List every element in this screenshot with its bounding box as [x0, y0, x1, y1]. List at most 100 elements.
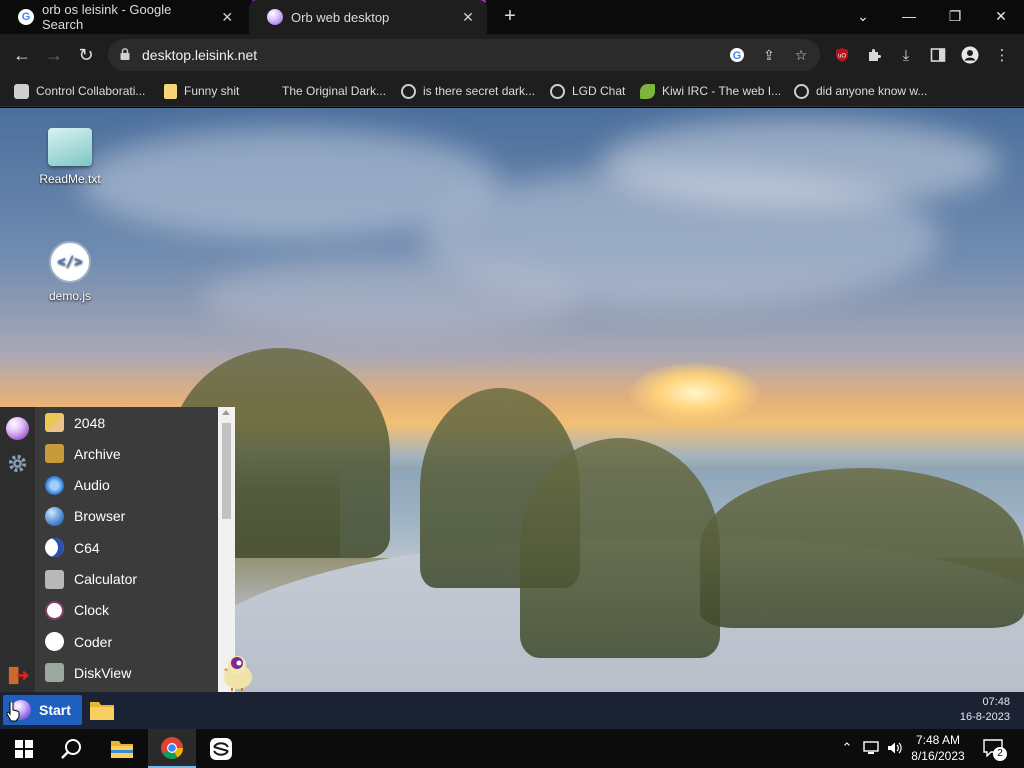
- file-explorer-button[interactable]: [98, 729, 146, 768]
- url-text[interactable]: desktop.leisink.net: [142, 47, 257, 63]
- start-menu-item-label: 2048: [74, 414, 106, 431]
- extensions-puzzle-icon[interactable]: [864, 45, 884, 65]
- desktop-icon-label: demo.js: [48, 289, 92, 303]
- scrollbar-thumb[interactable]: [222, 423, 231, 519]
- orb-date: 16-8-2023: [959, 711, 1010, 723]
- globe-icon: [550, 83, 565, 99]
- windows-search-button[interactable]: [48, 729, 96, 768]
- bookmark-label: Funny shit: [184, 84, 240, 98]
- bookmark-item[interactable]: Kiwi IRC - The web I...: [640, 82, 781, 100]
- start-menu-item[interactable]: Audio: [35, 470, 218, 501]
- start-label: Start: [39, 702, 71, 718]
- bookmark-item[interactable]: Control Collaborati...: [14, 82, 145, 100]
- start-menu-item[interactable]: DiskView: [35, 657, 218, 688]
- reload-button[interactable]: ↻: [73, 42, 99, 68]
- chrome-button[interactable]: [148, 729, 196, 768]
- start-menu-item-label: Archive: [74, 445, 121, 462]
- sun: [630, 363, 760, 423]
- tab-google-search[interactable]: G orb os leisink - Google Search ✕: [0, 0, 246, 34]
- start-menu-item[interactable]: C64: [35, 532, 218, 563]
- close-window-button[interactable]: ✕: [978, 0, 1024, 32]
- start-menu-item-label: Coder: [74, 633, 113, 650]
- start-menu-item[interactable]: Archive: [35, 438, 218, 469]
- google-icon: G: [18, 9, 34, 25]
- tab-strip: G orb os leisink - Google Search ✕ Orb w…: [0, 0, 1024, 34]
- start-menu-scrollbar[interactable]: [218, 407, 235, 692]
- close-tab-icon[interactable]: ✕: [219, 9, 236, 26]
- bookmark-label: LGD Chat: [572, 84, 626, 98]
- tray-overflow-icon[interactable]: ⌃: [838, 739, 856, 757]
- game-2048-icon: [45, 413, 64, 432]
- orb-icon[interactable]: [6, 417, 29, 440]
- bookmark-item[interactable]: The Original Dark...: [260, 82, 386, 100]
- start-menu-item[interactable]: Coder: [35, 626, 218, 657]
- c64-icon: [45, 538, 64, 558]
- settings-icon[interactable]: [6, 452, 29, 475]
- side-panel-icon[interactable]: [928, 45, 948, 65]
- scroll-up-arrow[interactable]: [222, 410, 230, 415]
- logout-icon[interactable]: [6, 664, 29, 687]
- notification-count-badge: 2: [993, 747, 1007, 761]
- cloud: [600, 118, 1000, 208]
- windows-taskbar: ⌃ 7:48 AM 8/16/2023 2: [0, 729, 1024, 768]
- browser-menu-icon[interactable]: ⋮: [992, 45, 1012, 65]
- network-icon[interactable]: [862, 739, 880, 757]
- google-lens-icon[interactable]: G: [728, 46, 746, 64]
- search-icon: [61, 738, 81, 759]
- globe-icon: [401, 83, 416, 99]
- orb-time: 07:48: [982, 696, 1010, 708]
- start-menu-item[interactable]: 2048: [35, 407, 218, 438]
- pinned-app-button[interactable]: [197, 729, 245, 768]
- new-tab-button[interactable]: +: [499, 4, 521, 30]
- ublock-icon[interactable]: uO: [832, 45, 852, 65]
- tab-title: orb os leisink - Google Search: [42, 2, 172, 32]
- bookmark-site-icon: [14, 83, 29, 99]
- start-menu-item-label: Calculator: [74, 571, 138, 587]
- start-menu-item-label: Browser: [74, 508, 126, 525]
- system-clock[interactable]: 7:48 AM 8/16/2023: [900, 732, 976, 764]
- folder-icon[interactable]: [89, 699, 115, 721]
- archive-icon: [45, 444, 64, 464]
- download-icon[interactable]: ⤓: [896, 45, 916, 65]
- forward-button[interactable]: →: [41, 42, 67, 68]
- hand-cursor-icon: [6, 702, 20, 722]
- globe-icon: [794, 83, 809, 99]
- desktop-icon-demo[interactable]: </> demo.js: [30, 241, 110, 303]
- bookmark-star-icon[interactable]: ☆: [792, 46, 810, 64]
- tab-orb-web-desktop[interactable]: Orb web desktop ✕: [249, 0, 487, 34]
- minimize-button[interactable]: —: [886, 0, 932, 32]
- clock-icon: [45, 600, 64, 620]
- start-menu: 2048 Archive Audio Browser C64 Calculator Cloc…: [0, 407, 235, 692]
- close-tab-icon[interactable]: ✕: [459, 9, 477, 26]
- bookmark-folder[interactable]: Funny shit: [164, 82, 239, 100]
- bookmark-item[interactable]: LGD Chat: [550, 82, 625, 100]
- start-menu-item[interactable]: Calculator: [35, 564, 218, 595]
- profile-avatar-icon[interactable]: [960, 45, 980, 65]
- start-menu-item-label: Audio: [74, 477, 110, 494]
- grass: [700, 468, 1024, 628]
- bookmark-item[interactable]: did anyone know w...: [794, 82, 927, 100]
- orb-icon: [267, 9, 283, 25]
- tab-search-button[interactable]: ⌄: [840, 0, 886, 32]
- start-menu-item[interactable]: Browser: [35, 501, 218, 532]
- windows-start-icon: [15, 739, 33, 758]
- start-menu-item-label: Clock: [74, 602, 110, 619]
- share-icon[interactable]: ⇪: [760, 46, 778, 64]
- bookmark-label: is there secret dark...: [423, 84, 536, 98]
- text-file-icon: [48, 128, 92, 166]
- windows-start-button[interactable]: [0, 729, 48, 768]
- address-bar[interactable]: desktop.leisink.net G ⇪ ☆: [108, 39, 820, 71]
- desktop-icon-readme[interactable]: ReadMe.txt: [30, 128, 110, 186]
- bookmark-label: The Original Dark...: [282, 84, 387, 98]
- lock-icon[interactable]: [120, 48, 130, 60]
- restore-button[interactable]: ❐: [932, 0, 978, 32]
- mascot-icon: [223, 656, 252, 691]
- bookmark-label: Control Collaborati...: [36, 84, 146, 98]
- start-menu-item[interactable]: Clock: [35, 595, 218, 626]
- calculator-icon: [45, 569, 64, 589]
- diskview-icon: [45, 663, 64, 683]
- folder-icon: [164, 83, 177, 99]
- bookmark-item[interactable]: is there secret dark...: [401, 82, 535, 100]
- desktop-icon-label: ReadMe.txt: [39, 172, 101, 186]
- back-button[interactable]: ←: [9, 42, 35, 68]
